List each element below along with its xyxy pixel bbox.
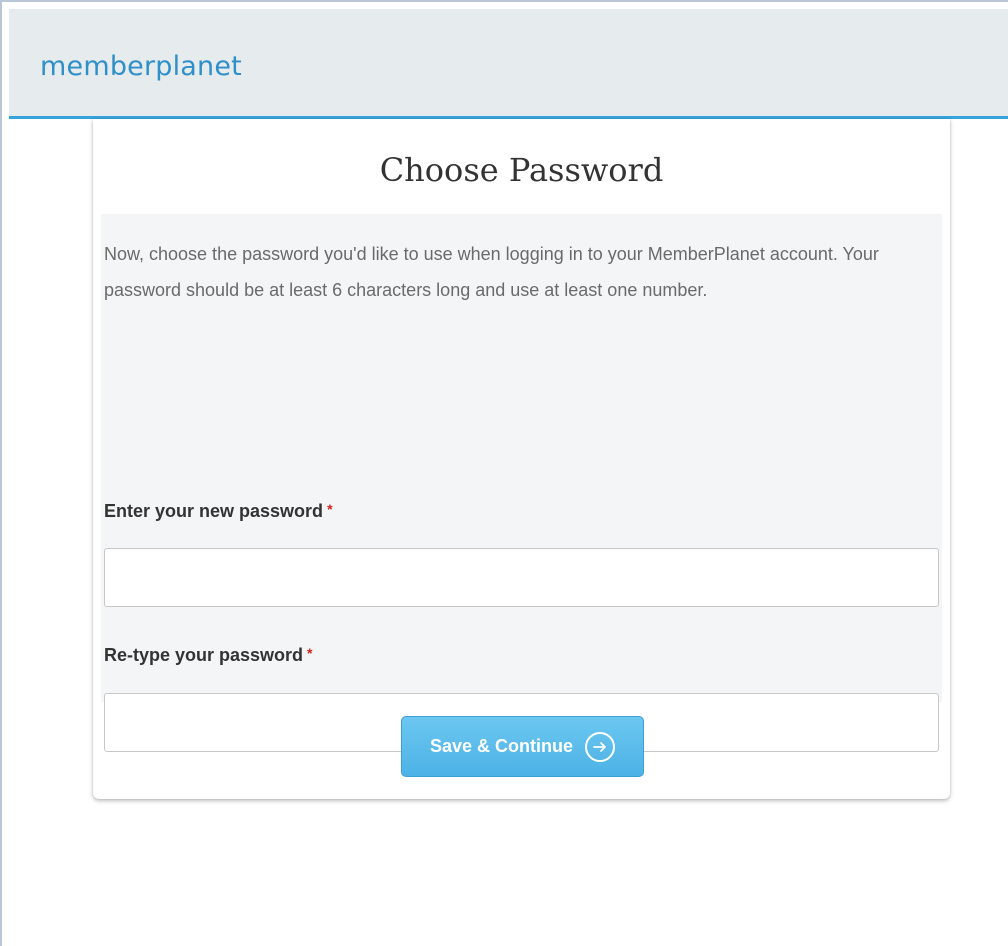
retype-password-label-text: Re-type your password [104, 645, 304, 665]
save-continue-label: Save & Continue [429, 736, 574, 756]
save-continue-button[interactable]: Save & Continue [401, 716, 644, 777]
arrow-right-circle-icon [585, 731, 616, 762]
required-marker: * [327, 501, 333, 517]
arrow-right-glyph [593, 741, 606, 752]
retype-password-label: Re-type your password * [104, 645, 313, 666]
choose-password-card: Choose Password Now, choose the password… [93, 119, 950, 799]
site-header: memberplanet [9, 9, 1008, 119]
instructions-text: Now, choose the password you'd like to u… [104, 244, 879, 300]
page-title: Choose Password [379, 151, 664, 189]
new-password-field[interactable] [104, 548, 939, 607]
password-form: Now, choose the password you'd like to u… [101, 214, 942, 752]
required-marker: * [307, 645, 313, 661]
new-password-label: Enter your new password * [104, 501, 333, 522]
memberplanet-logo[interactable]: memberplanet [40, 51, 242, 82]
new-password-label-text: Enter your new password [104, 501, 324, 521]
